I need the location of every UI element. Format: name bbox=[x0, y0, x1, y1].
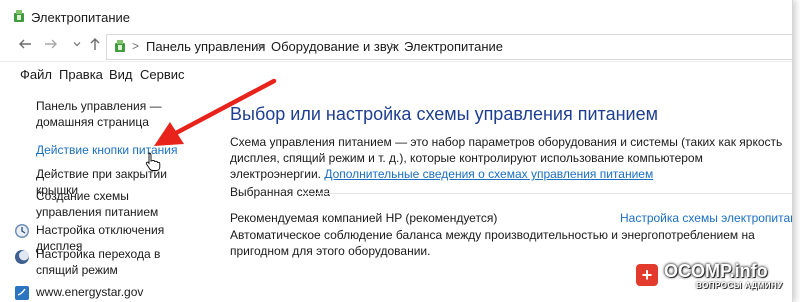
power-options-icon bbox=[14, 10, 24, 22]
sidebar: Панель управления — домашняя страница Де… bbox=[0, 86, 208, 302]
watermark-badge: + bbox=[636, 264, 658, 286]
selected-plan-header: Выбранная схема bbox=[230, 185, 331, 199]
menu-file[interactable]: Файл bbox=[20, 67, 52, 82]
sidebar-item-energystar-link[interactable]: www.energystar.gov bbox=[36, 284, 204, 300]
chevron-down-icon bbox=[73, 42, 81, 47]
plan-settings-link[interactable]: Настройка схемы электропитания bbox=[620, 211, 792, 225]
page-title: Выбор или настройка схемы управления пит… bbox=[230, 104, 658, 124]
clock-icon bbox=[15, 224, 29, 238]
breadcrumb-separator: > bbox=[132, 39, 140, 53]
arrow-up-icon bbox=[90, 38, 100, 50]
title-bar: Электропитание bbox=[0, 0, 792, 32]
breadcrumb-power-options[interactable]: Электропитание bbox=[404, 39, 503, 54]
moon-icon bbox=[15, 250, 29, 264]
page-description: Схема управления питанием — это набор па… bbox=[230, 134, 792, 182]
menu-edit[interactable]: Правка bbox=[59, 67, 103, 82]
more-info-link[interactable]: Дополнительные сведения о схемах управле… bbox=[324, 167, 653, 181]
forward-button[interactable] bbox=[42, 37, 60, 55]
menu-view[interactable]: Вид bbox=[109, 67, 133, 82]
control-panel-window: Электропитание > Панель управления > Обо… bbox=[0, 0, 793, 302]
power-options-icon bbox=[115, 40, 125, 52]
plan-description: Автоматическое соблюдение баланса между … bbox=[230, 228, 755, 258]
address-bar[interactable]: > Панель управления > Оборудование и зву… bbox=[106, 34, 792, 60]
arrow-left-icon bbox=[19, 39, 31, 49]
arrow-right-icon bbox=[45, 39, 57, 49]
energy-star-icon bbox=[15, 286, 29, 300]
menu-tools[interactable]: Сервис bbox=[140, 67, 185, 82]
sidebar-item-power-button-action[interactable]: Действие кнопки питания bbox=[36, 142, 204, 158]
watermark-subtext: ВОПРОСЫ АДМИНУ bbox=[696, 281, 783, 290]
up-button[interactable] bbox=[86, 37, 104, 55]
window-title: Электропитание bbox=[31, 10, 130, 25]
breadcrumb-hardware-sound[interactable]: Оборудование и звук bbox=[271, 39, 399, 54]
section-divider bbox=[304, 193, 792, 194]
breadcrumb-separator: > bbox=[390, 39, 398, 53]
sidebar-item-create-power-plan[interactable]: Создание схемы управления питанием bbox=[36, 188, 196, 220]
recent-locations-button[interactable] bbox=[68, 37, 86, 55]
menu-bar: Файл Правка Вид Сервис bbox=[0, 61, 792, 86]
watermark-text: OCOMP.info bbox=[664, 261, 768, 281]
breadcrumb-separator: > bbox=[257, 39, 265, 53]
sidebar-item-control-panel-home[interactable]: Панель управления — домашняя страница bbox=[36, 98, 204, 130]
back-button[interactable] bbox=[16, 37, 34, 55]
navigation-bar: > Панель управления > Оборудование и зву… bbox=[0, 32, 792, 60]
breadcrumb-control-panel[interactable]: Панель управления bbox=[146, 39, 265, 54]
plan-name: Рекомендуемая компанией HP (рекомендуетс… bbox=[230, 211, 498, 225]
sidebar-item-sleep-settings[interactable]: Настройка перехода в спящий режим bbox=[36, 246, 186, 278]
